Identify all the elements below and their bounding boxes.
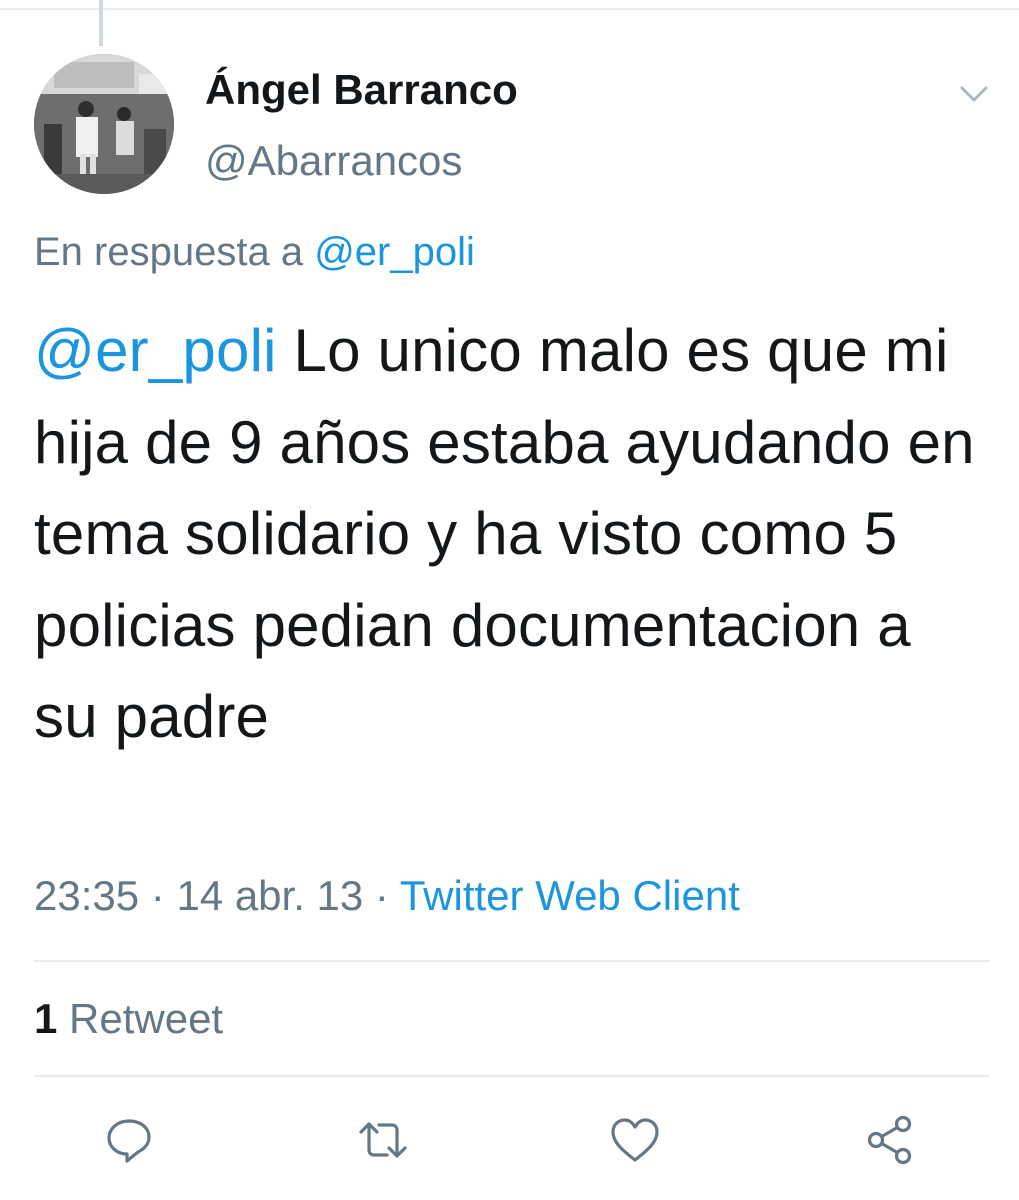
tweet-date: 14 abr. 13 (176, 872, 364, 919)
retweet-label: Retweet (57, 995, 224, 1042)
reply-to-link[interactable]: @er_poli (314, 230, 475, 274)
tweet-source-link[interactable]: Twitter Web Client (400, 872, 740, 919)
divider (34, 960, 989, 962)
reply-context: En respuesta a @er_poli (34, 230, 475, 275)
share-icon[interactable] (862, 1112, 918, 1168)
retweet-stats[interactable]: 1 Retweet (34, 995, 223, 1043)
chevron-down-icon[interactable] (956, 80, 992, 108)
retweet-count: 1 (34, 995, 58, 1042)
tweet-meta: 23:35 · 14 abr. 13 · Twitter Web Client (34, 872, 740, 920)
reply-icon[interactable] (101, 1112, 157, 1168)
heart-icon[interactable] (607, 1112, 663, 1168)
top-border (0, 8, 1019, 10)
retweet-icon[interactable] (355, 1112, 411, 1168)
tweet-body: @er_poli Lo unico malo es que mi hija de… (34, 305, 984, 763)
author-name[interactable]: Ángel Barranco (205, 66, 518, 114)
meta-separator-2: · (363, 872, 400, 919)
author-handle[interactable]: @Abarrancos (205, 137, 462, 185)
divider (34, 1075, 989, 1077)
thread-connector-line (99, 0, 103, 46)
tweet-time: 23:35 (34, 872, 140, 919)
avatar[interactable] (34, 54, 174, 194)
mention-link[interactable]: @er_poli (34, 317, 277, 384)
reply-prefix: En respuesta a (34, 230, 304, 274)
meta-separator: · (139, 872, 177, 919)
